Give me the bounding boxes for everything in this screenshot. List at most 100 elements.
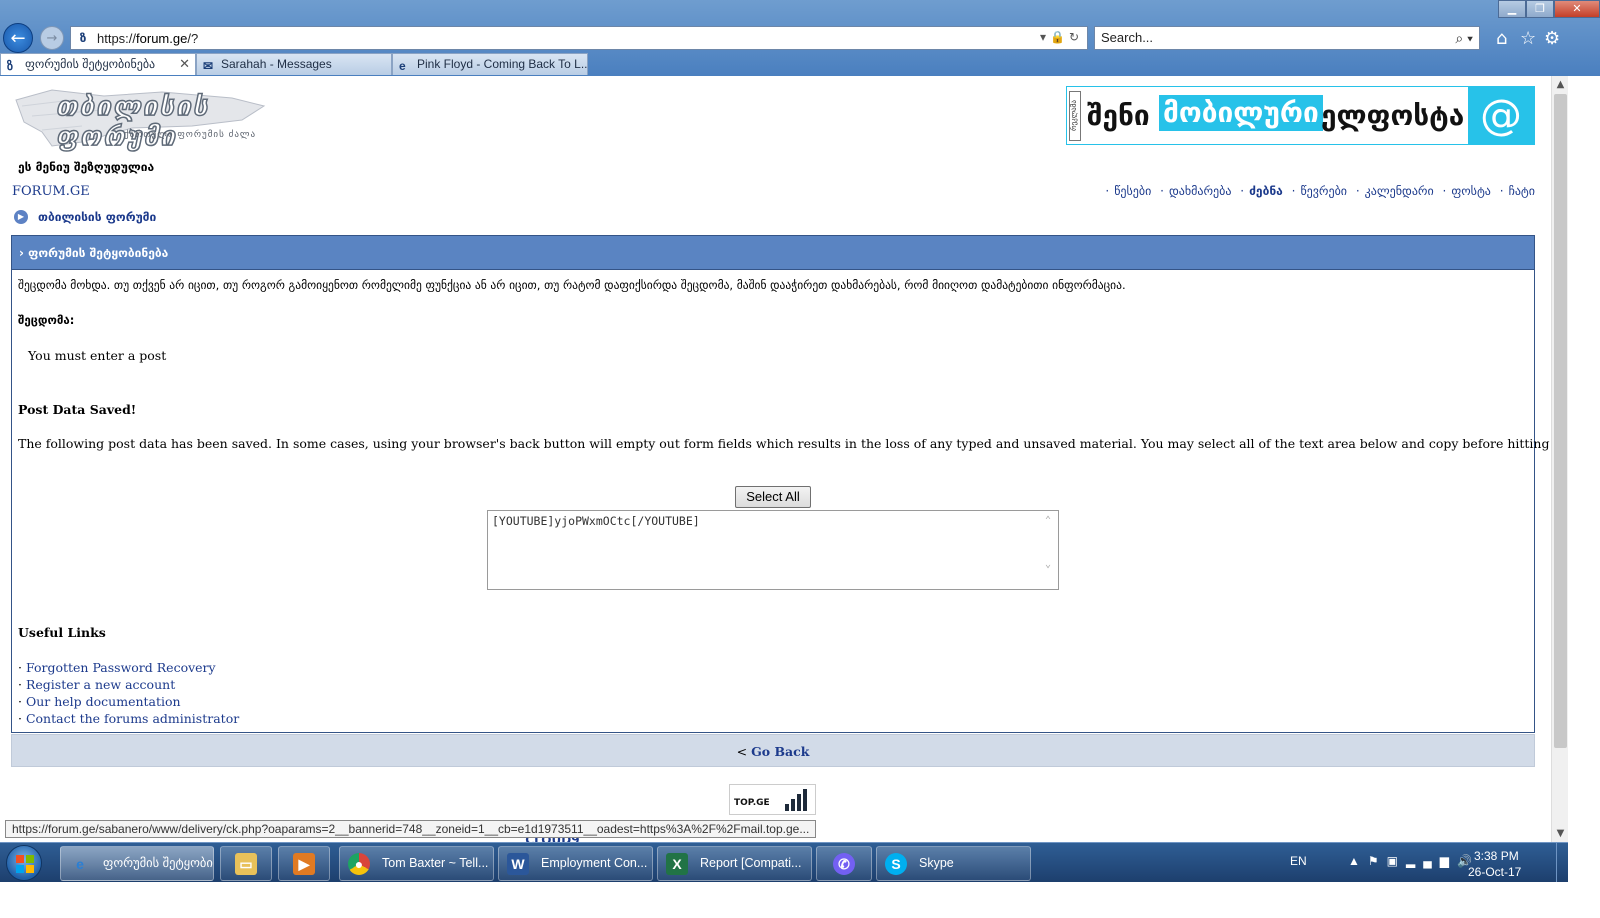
taskbar-explorer[interactable]: ▭ [220,846,272,881]
task-label: ფორუმის შეტყობინ... [103,856,213,870]
message-box: › ფორუმის შეტყობინება შეცდომა მოხდა. თუ … [11,235,1551,733]
site-favicon-icon: ზ [7,59,14,73]
arrow-circle-icon: ▶ [14,210,28,224]
gear-icon[interactable]: ⚙ [1544,28,1560,49]
task-label: Tom Baxter ~ Tell... [382,856,489,870]
language-indicator[interactable]: EN [1290,854,1307,868]
clock-time[interactable]: 3:38 PM [1474,849,1519,863]
minimize-button[interactable]: ▁ [1498,0,1526,18]
tab-row: ზ ფორუმის შეტყობინება ✕ ✉ Sarahah - Mess… [0,53,1600,76]
tab-forum[interactable]: ზ ფორუმის შეტყობინება ✕ [0,53,196,75]
action-center-flag-icon[interactable]: ⚑ [1368,854,1387,868]
saved-post-textarea[interactable]: [YOUTUBE]yjoPWxmOCtc[/YOUTUBE] ⌃ ⌄ [487,510,1059,590]
logo-subtitle: ქართული ფორუმის ძალა [124,130,257,140]
status-bar-url: https://forum.ge/sabanero/www/delivery/c… [5,820,817,838]
scroll-up-icon[interactable]: ▲ [1552,76,1569,93]
taskbar-chrome[interactable]: ● Tom Baxter ~ Tell... [339,846,494,881]
link-label[interactable]: Contact the forums administrator [26,711,239,726]
dropdown-icon[interactable]: ▾ [1040,30,1050,44]
search-icon[interactable]: ⌕ ▾ [1455,27,1473,49]
word-icon: W [507,853,529,875]
nav-rules-link[interactable]: წესები [1114,184,1151,198]
tab-pink-floyd[interactable]: e Pink Floyd - Coming Back To L... [392,53,588,75]
error-intro-text: შეცდომა მოხდა. თუ თქვენ არ იცით, თუ როგო… [18,278,1126,292]
error-label: შეცდომა: [18,313,75,327]
home-icon[interactable]: ⌂ [1496,28,1507,49]
taskbar-viber[interactable]: ✆ [816,846,872,881]
envelope-icon: ✉ [203,59,214,73]
nav-chat-link[interactable]: ჩატი [1509,184,1535,198]
excel-icon: X [666,853,688,875]
tab-sarahah[interactable]: ✉ Sarahah - Messages [196,53,392,75]
taskbar-excel[interactable]: X Report [Compati... [657,846,812,881]
breadcrumb-forum-link[interactable]: თბილისის ფორუმი [38,210,156,224]
lock-icon[interactable]: 🔒 [1050,30,1069,44]
banner-word-3: ელფოსტა [1321,99,1465,132]
nav-mail-link[interactable]: ფოსტა [1451,184,1491,198]
select-all-button[interactable]: Select All [735,486,811,508]
search-input[interactable]: Search... ⌕ ▾ [1094,26,1480,50]
go-back-link[interactable]: Go Back [751,744,809,759]
skype-icon: S [885,853,907,875]
go-back-bar: < Go Back [11,734,1535,767]
post-saved-text: The following post data has been saved. … [18,436,1551,451]
network-signal-icon[interactable]: ▂▄▆ [1406,854,1457,868]
link-contact-admin[interactable]: · Contact the forums administrator [18,711,239,726]
ad-banner[interactable]: რეკლამა შენი მობილური ელფოსტა @ [1066,86,1535,145]
folder-icon: ▭ [235,853,257,875]
link-label[interactable]: Our help documentation [26,694,181,709]
page-viewport: თბილისის ფორუმი ქართული ფორუმის ძალა რეკ… [0,76,1551,842]
nav-calendar-link[interactable]: კალენდარი [1365,184,1434,198]
url-host: forum.ge [136,30,188,46]
tab-label: Sarahah - Messages [221,57,332,71]
nav-help-link[interactable]: დახმარება [1169,184,1232,198]
menu-disabled-notice: ეს მენიუ შეზღუდულია [18,160,155,174]
link-register[interactable]: · Register a new account [18,677,175,692]
scrollbar-thumb[interactable] [1554,94,1567,748]
favorites-star-icon[interactable]: ☆ [1520,28,1536,49]
message-box-body: შეცდომა მოხდა. თუ თქვენ არ იცით, თუ როგო… [12,270,1551,732]
taskbar-skype[interactable]: S Skype [876,846,1031,881]
clock-date[interactable]: 26-Oct-17 [1468,865,1521,879]
breadcrumb: ▶ თბილისის ფორუმი [14,210,156,224]
textarea-scrollbar[interactable]: ⌃ ⌄ [1040,515,1056,585]
nav-search-link[interactable]: ძებნა [1249,184,1283,198]
windows-logo-icon [16,855,34,873]
close-window-button[interactable]: ✕ [1554,0,1600,18]
viber-icon: ✆ [833,853,855,875]
forum-home-link[interactable]: FORUM.GE [12,184,90,199]
forward-button[interactable]: → [40,26,64,50]
top-navigation: · წესები · დახმარება · ძებნა · წევრები · კალე… [1105,184,1535,198]
page-scrollbar[interactable]: ▲ ▼ [1551,76,1568,842]
banner-word-1: შენი [1087,99,1150,132]
system-tray: EN ▲⚑▣▂▄▆🔊 3:38 PM 26-Oct-17 [1290,843,1568,883]
chevron-up-icon[interactable]: ▲ [1348,854,1368,868]
address-bar[interactable]: ზ https://forum.ge/? ▾🔒↻ [70,26,1088,50]
top-ge-counter[interactable]: TOP.GE [729,784,816,815]
power-icon[interactable]: ▣ [1387,854,1406,868]
counter-label: TOP.GE [734,798,770,808]
tab-label: Pink Floyd - Coming Back To L... [417,57,588,71]
taskbar-word[interactable]: W Employment Con... [498,846,653,881]
show-desktop-button[interactable] [1556,843,1568,883]
nav-members-link[interactable]: წევრები [1300,184,1347,198]
url-path: /? [187,30,199,46]
taskbar-media-player[interactable]: ▶ [278,846,330,881]
navigation-row: ← → ზ https://forum.ge/? ▾🔒↻ Search... ⌕… [0,20,1600,56]
link-password-recovery[interactable]: · Forgotten Password Recovery [18,660,216,675]
refresh-icon[interactable]: ↻ [1069,30,1083,44]
address-tools: ▾🔒↻ [1040,30,1083,44]
link-label[interactable]: Register a new account [26,677,175,692]
start-button[interactable] [6,845,42,881]
back-button[interactable]: ← [3,23,33,53]
link-help-docs[interactable]: · Our help documentation [18,694,181,709]
close-icon[interactable]: ✕ [179,54,190,74]
search-placeholder: Search... [1101,30,1154,45]
link-label[interactable]: Forgotten Password Recovery [26,660,216,675]
forum-logo[interactable]: თბილისის ფორუმი ქართული ფორუმის ძალა [12,86,267,153]
saved-post-text: [YOUTUBE]yjoPWxmOCtc[/YOUTUBE] [492,514,700,528]
taskbar-ie[interactable]: e ფორუმის შეტყობინ... [60,846,214,881]
window-controls: ▁ ❐ ✕ [1498,0,1600,18]
scroll-down-icon[interactable]: ▼ [1552,825,1569,842]
maximize-button[interactable]: ❐ [1526,0,1554,18]
